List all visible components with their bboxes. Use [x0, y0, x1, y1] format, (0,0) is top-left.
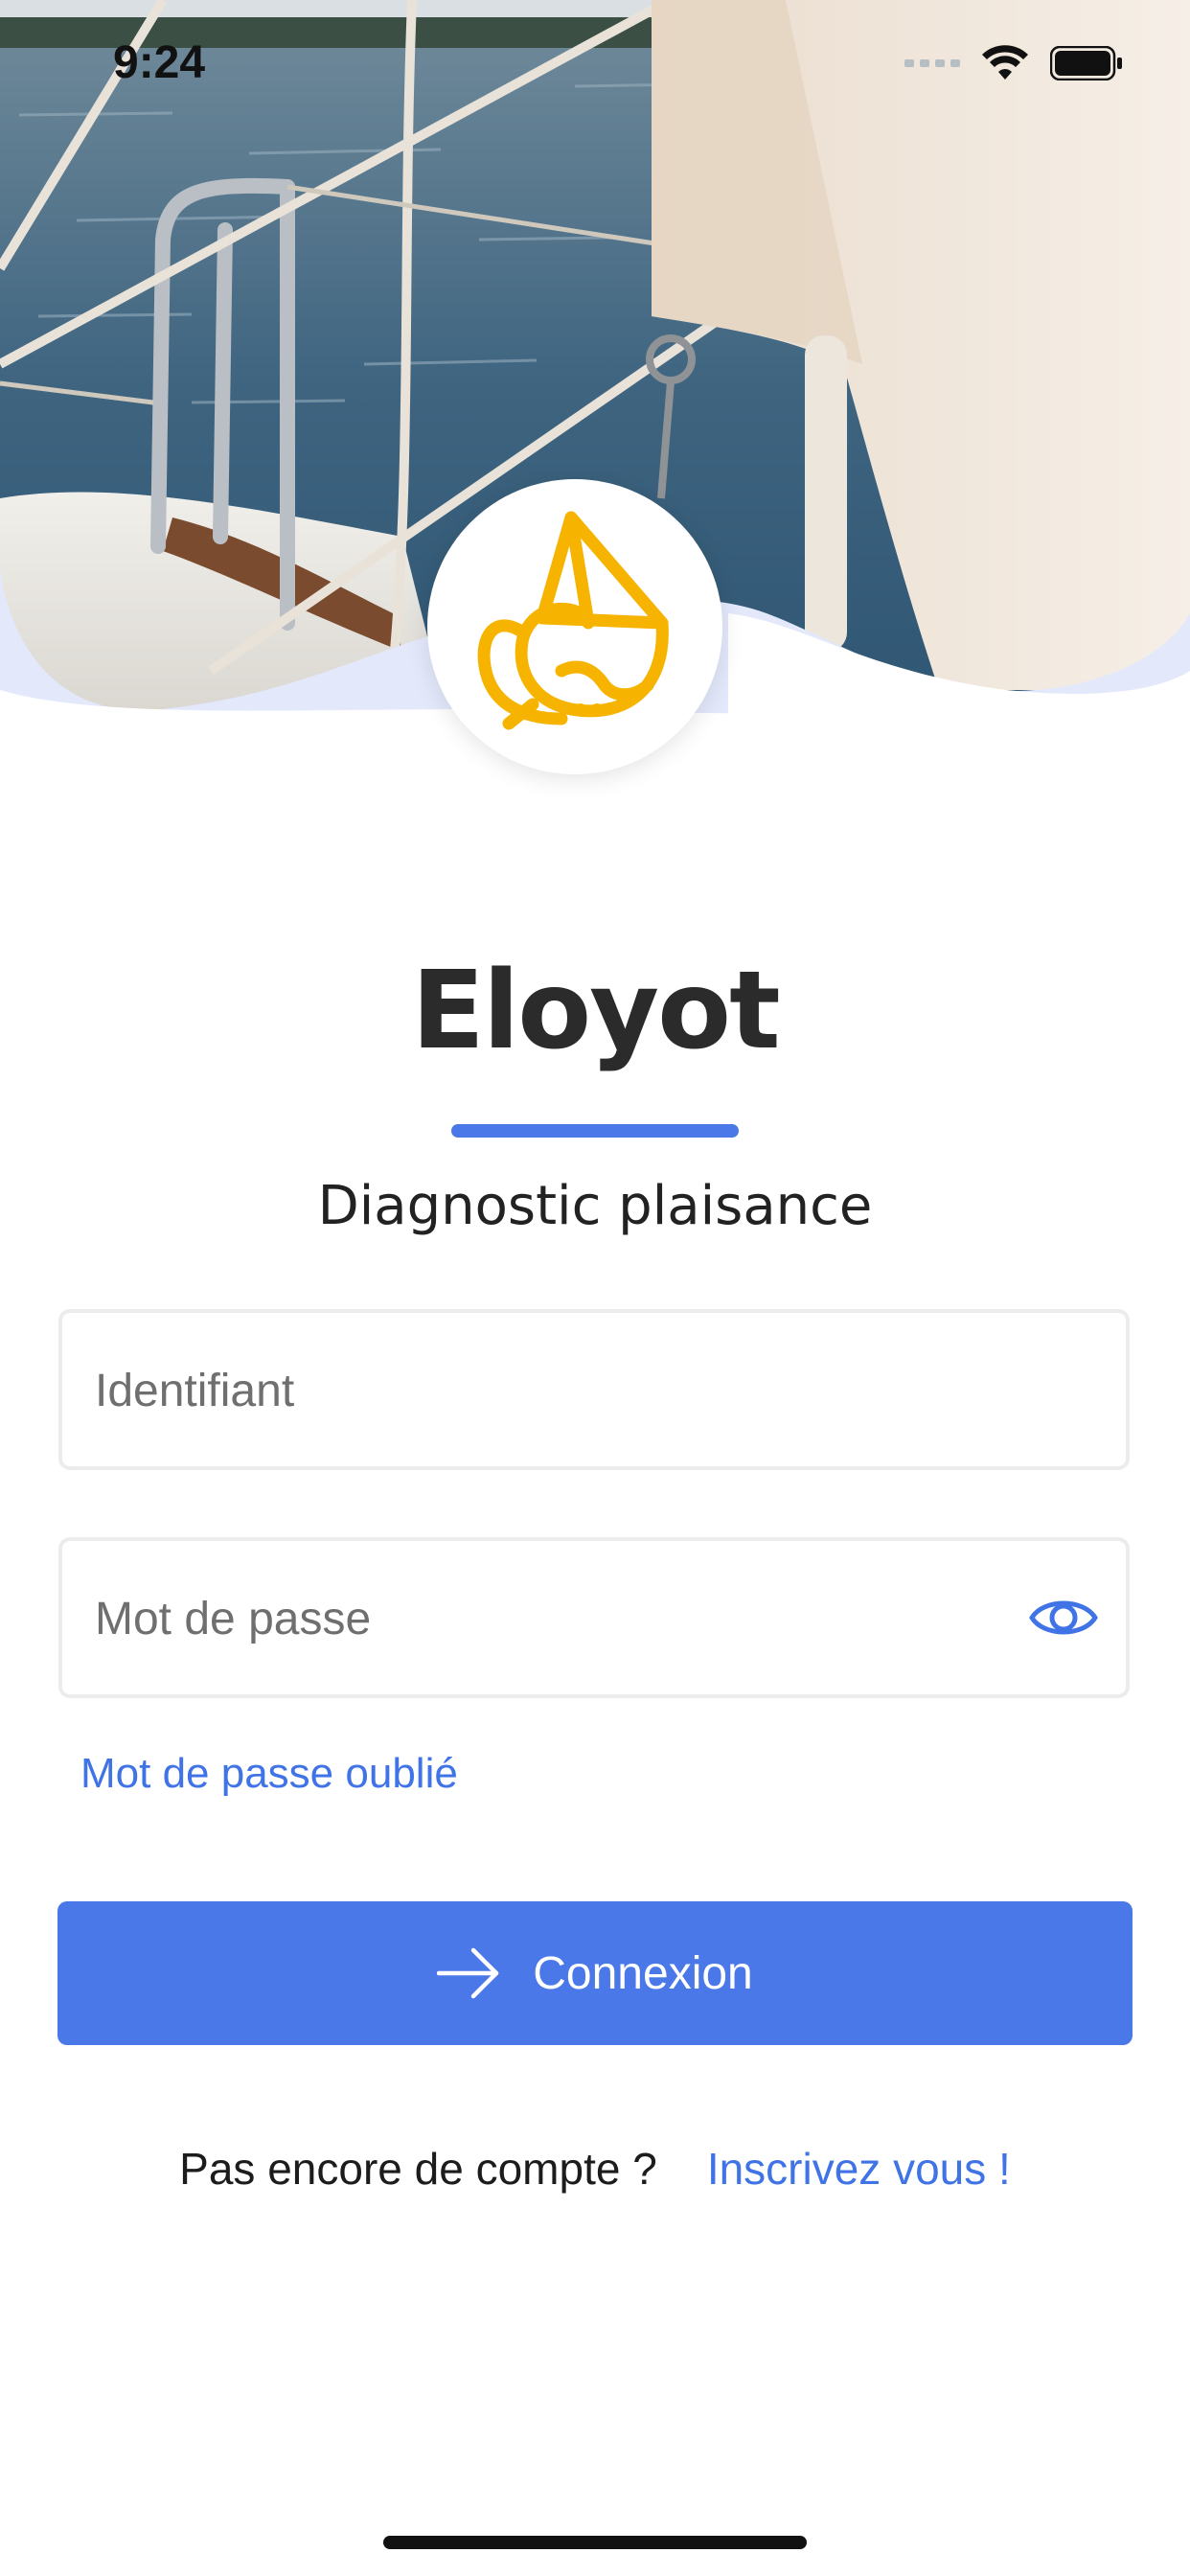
- status-icons: [904, 44, 1123, 82]
- signup-prompt: Pas encore de compte ?: [179, 2144, 657, 2194]
- battery-icon: [1050, 46, 1122, 80]
- title-underline: [451, 1124, 739, 1138]
- username-input[interactable]: [93, 1313, 959, 1468]
- toggle-password-visibility-button[interactable]: [1028, 1589, 1099, 1646]
- login-button-label: Connexion: [533, 1947, 753, 1999]
- app-logo: [427, 479, 722, 774]
- status-time: 9:24: [113, 37, 206, 88]
- password-input[interactable]: [93, 1541, 959, 1696]
- cellular-signal-icon: [904, 59, 960, 67]
- username-field[interactable]: [58, 1309, 1130, 1470]
- forgot-password-link[interactable]: Mot de passe oublié: [80, 1750, 458, 1798]
- password-field[interactable]: [58, 1537, 1130, 1698]
- home-indicator: [383, 2536, 807, 2549]
- status-bar: 9:24: [0, 0, 1190, 134]
- sailboat-logo-icon: [477, 511, 669, 730]
- signup-link[interactable]: Inscrivez vous !: [707, 2144, 1011, 2194]
- login-button[interactable]: Connexion: [57, 1901, 1133, 2045]
- signup-row: Pas encore de compte ? Inscrivez vous !: [0, 2143, 1190, 2195]
- app-subtitle: Diagnostic plaisance: [317, 1175, 873, 1237]
- wifi-icon: [982, 45, 1028, 80]
- arrow-right-icon: [437, 1947, 499, 1999]
- app-title: Eloyot: [411, 949, 780, 1073]
- eye-icon: [1029, 1600, 1098, 1635]
